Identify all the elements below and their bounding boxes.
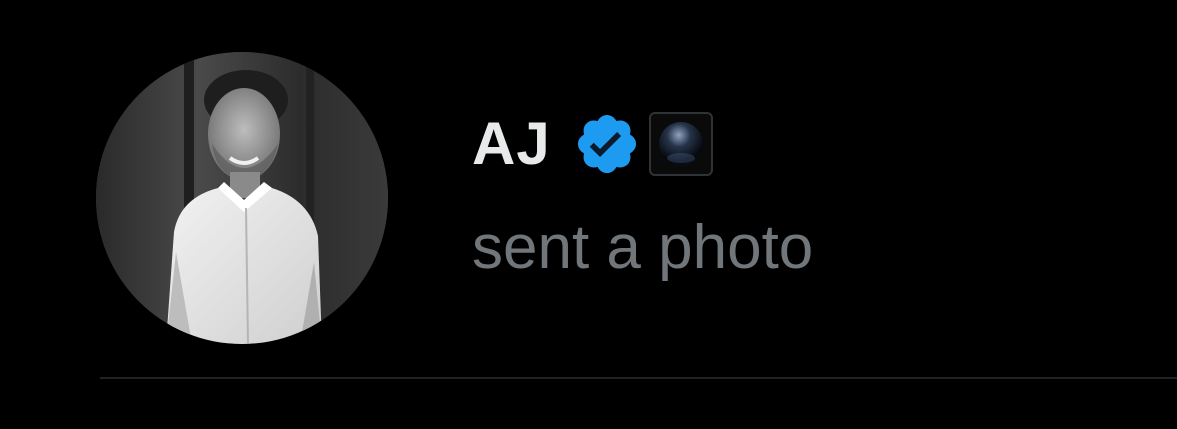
verified-badge-icon[interactable] — [573, 110, 641, 178]
avatar[interactable] — [96, 52, 388, 344]
person-photo-avatar-icon — [96, 52, 388, 344]
message-preview: sent a photo — [472, 213, 814, 282]
affiliate-badge-icon[interactable] — [648, 112, 713, 176]
sphere-icon — [658, 122, 703, 166]
name-line: AJ — [472, 104, 713, 184]
dm-conversation-row[interactable]: AJ sent a photo — [0, 0, 1177, 429]
row-divider — [100, 377, 1177, 379]
sender-name[interactable]: AJ — [472, 114, 551, 174]
